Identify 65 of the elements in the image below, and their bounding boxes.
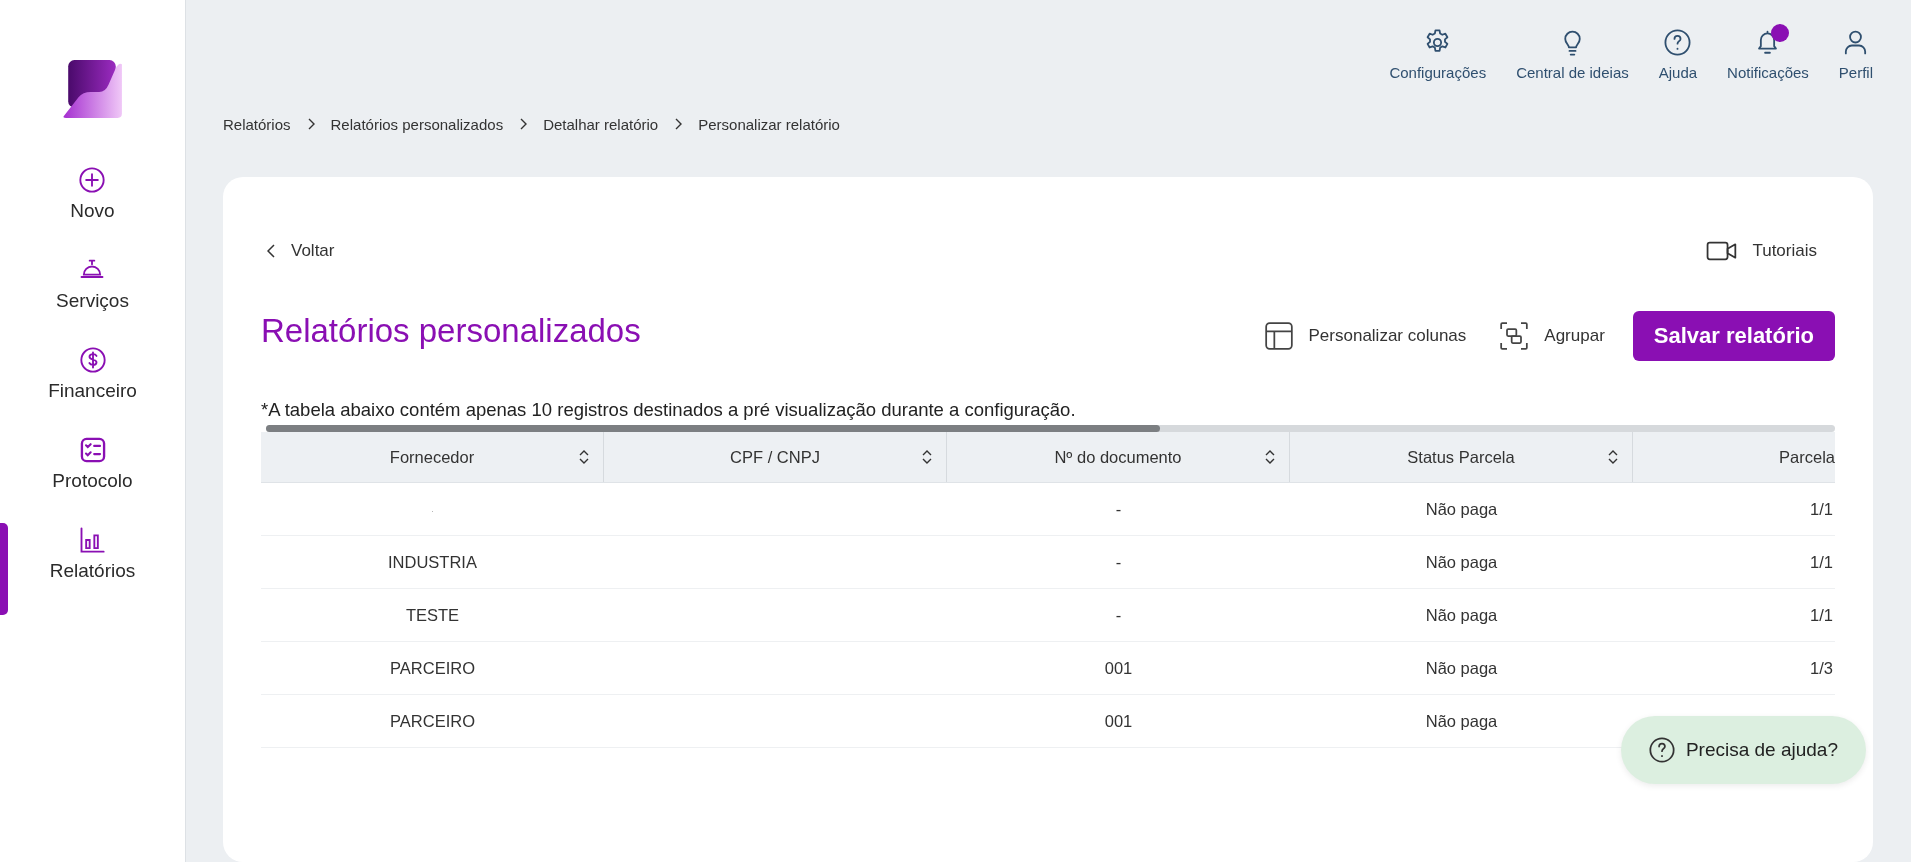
table-cell: INDUSTRIA (388, 552, 477, 572)
column-header[interactable]: CPF / CNPJ (730, 447, 820, 467)
dollar-icon (78, 346, 107, 374)
breadcrumb-link[interactable]: Relatórios personalizados (330, 115, 504, 133)
column-header[interactable]: Status Parcela (1407, 447, 1515, 467)
column-header[interactable]: Fornecedor (389, 447, 475, 467)
help-button[interactable]: Precisa de ajuda? (1620, 716, 1866, 784)
video-camera-icon (1706, 241, 1739, 261)
sidebar-item[interactable]: Protocolo (52, 436, 133, 492)
chevron-right-icon (674, 118, 683, 130)
help-icon (1647, 736, 1676, 764)
top-action[interactable]: Ajuda (1658, 28, 1698, 84)
table-cell: 1/1 (1810, 499, 1833, 519)
save-report-button[interactable]: Salvar relatório (1632, 311, 1835, 361)
chevron-left-icon (267, 244, 275, 258)
table-cell: TESTE (405, 605, 460, 625)
table-cell: Não paga (1425, 658, 1498, 678)
checklist-icon (78, 436, 107, 464)
plus-circle-icon (78, 166, 107, 194)
bar-chart-icon (78, 526, 107, 554)
sidebar-item[interactable]: Relatórios (49, 526, 136, 582)
sidebar-item[interactable]: Novo (70, 166, 115, 222)
group-button[interactable]: Agrupar (1494, 318, 1611, 354)
table-cell: 1/1 (1810, 552, 1833, 572)
table-cell: 001 (1104, 711, 1133, 731)
table-cell: . (431, 504, 434, 514)
table-cell: - (1115, 605, 1122, 625)
breadcrumb-link[interactable]: Relatórios (223, 115, 291, 133)
sort-icon[interactable] (922, 449, 932, 465)
table-cell: Não paga (1425, 711, 1498, 731)
table-cell: Não paga (1425, 499, 1498, 519)
help-icon (1663, 28, 1693, 57)
table-cell: 001 (1104, 658, 1133, 678)
sort-icon[interactable] (579, 449, 589, 465)
table-cell: 1/3 (1810, 658, 1833, 678)
horizontal-scrollbar[interactable] (266, 425, 1835, 432)
sidebar-item[interactable]: Serviços (56, 256, 129, 312)
table-cell: Não paga (1425, 552, 1498, 572)
column-header[interactable]: Parcela (1779, 447, 1835, 467)
top-action[interactable]: Perfil (1838, 28, 1873, 84)
app-logo (61, 58, 124, 120)
page-title: Relatórios personalizados (261, 312, 641, 350)
top-action[interactable]: Configurações (1389, 28, 1487, 84)
sidebar-item[interactable]: Financeiro (48, 346, 137, 402)
top-action[interactable]: Notificações (1727, 28, 1809, 84)
chevron-right-icon (519, 118, 528, 130)
breadcrumb-link[interactable]: Personalizar relatório (698, 115, 840, 133)
tutorials-link[interactable]: Tutoriais (1706, 241, 1817, 261)
sort-icon[interactable] (1265, 449, 1275, 465)
back-link[interactable]: Voltar (267, 241, 335, 261)
top-action[interactable]: Central de ideias (1516, 28, 1629, 84)
columns-icon (1264, 322, 1293, 350)
table-cell: 1/1 (1810, 605, 1833, 625)
chevron-right-icon (306, 118, 315, 130)
table-cell: PARCEIRO (390, 658, 475, 678)
customize-columns-button[interactable]: Personalizar colunas (1258, 318, 1473, 354)
sort-icon[interactable] (1608, 449, 1618, 465)
breadcrumb-link[interactable]: Detalhar relatório (543, 115, 659, 133)
group-icon (1500, 322, 1529, 350)
table-cell: Não paga (1425, 605, 1498, 625)
preview-note: *A tabela abaixo contém apenas 10 registros destinados a pré visualização durante a configuração. (261, 399, 1077, 421)
table-cell: PARCEIRO (390, 711, 475, 731)
column-header[interactable]: Nº do documento (1054, 447, 1182, 467)
table-cell: - (1115, 552, 1122, 572)
table-cell: - (1115, 499, 1122, 519)
